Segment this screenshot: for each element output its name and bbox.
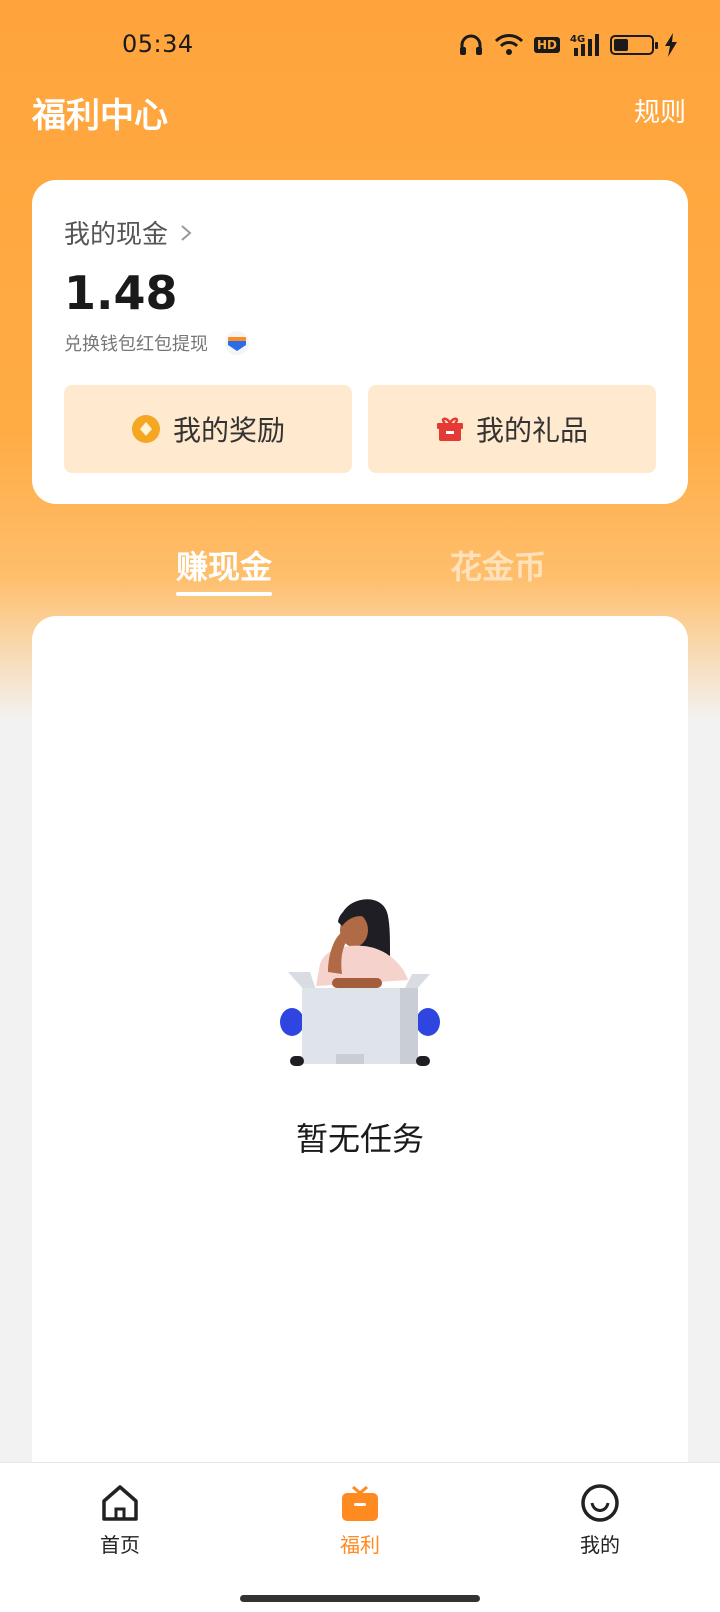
status-bar: 05:34 HD 4G [0,0,720,90]
cash-card: 我的现金 1.48 兑换钱包红包提现 我的奖励 我的礼品 [32,180,688,504]
nav-label-mine: 我的 [580,1533,620,1557]
bottom-nav: 首页 福利 我的 [0,1462,720,1612]
headphones-icon [458,33,484,57]
my-cash-link[interactable]: 我的现金 [64,214,196,251]
cash-subtitle: 兑换钱包红包提现 [64,330,250,356]
smile-profile-icon [581,1484,619,1522]
empty-state-illustration [280,899,440,1066]
tab-spend-coins[interactable]: 花金币 [450,542,546,588]
nav-label-welfare: 福利 [340,1533,380,1557]
nav-item-home[interactable]: 首页 [60,1483,180,1558]
status-icons: HD 4G [458,30,678,60]
hd-icon: HD [533,37,560,53]
active-tab-indicator [176,592,272,596]
my-gifts-button[interactable]: 我的礼品 [368,385,656,473]
my-cash-label: 我的现金 [64,220,169,250]
my-rewards-label: 我的奖励 [172,414,285,447]
task-panel: 暂无任务 [32,616,688,1476]
gift-icon [436,417,463,441]
nav-item-welfare[interactable]: 福利 [300,1483,420,1558]
cash-subtitle-text: 兑换钱包红包提现 [64,334,208,355]
nav-item-mine[interactable]: 我的 [540,1483,660,1558]
tv-gift-icon [342,1485,378,1521]
tab-earn-cash[interactable]: 赚现金 [176,542,272,588]
home-icon [102,1485,138,1521]
network-label: 4G [570,34,585,45]
wallet-icon [225,331,249,355]
page-title: 福利中心 [32,96,168,136]
battery-icon [610,35,658,55]
rules-link[interactable]: 规则 [634,92,686,129]
charging-icon [664,33,678,57]
signal-4g-icon: 4G [570,32,600,58]
wifi-icon [494,33,524,57]
tab-bar: 赚现金 花金币 [0,530,720,602]
home-indicator [240,1595,480,1602]
my-rewards-button[interactable]: 我的奖励 [64,385,352,473]
my-gifts-label: 我的礼品 [475,414,588,447]
chevron-right-icon [181,224,192,241]
cash-amount: 1.48 [64,266,178,320]
empty-task-text: 暂无任务 [295,1120,424,1158]
status-time: 05:34 [122,30,194,58]
nav-label-home: 首页 [100,1533,140,1557]
coin-icon [131,415,160,443]
